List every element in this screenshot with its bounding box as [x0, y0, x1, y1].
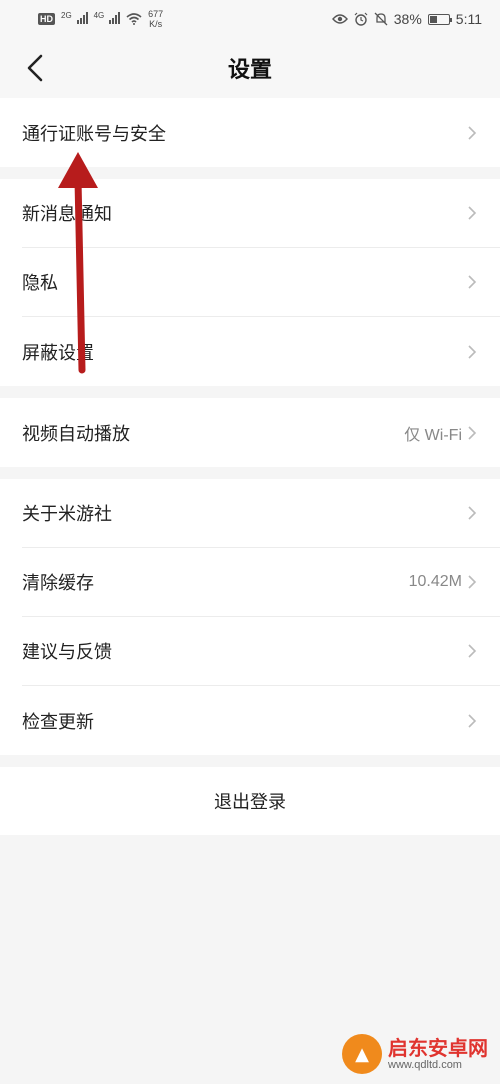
wifi-icon [126, 13, 142, 25]
network-speed: 677 K/s [148, 9, 163, 29]
setting-label: 关于米游社 [22, 504, 112, 525]
hd-badge: HD [38, 13, 55, 25]
status-bar: HD 2G 4G 677 K/s 38% 5:11 [0, 0, 500, 38]
watermark-url: www.qdltd.com [388, 1058, 462, 1071]
watermark-logo-icon: ▲ [342, 1034, 382, 1074]
setting-label: 视频自动播放 [22, 423, 130, 445]
setting-row-about[interactable]: 关于米游社 [22, 479, 500, 548]
chevron-left-icon [27, 54, 43, 82]
settings-group-account: 通行证账号与安全 [0, 98, 500, 167]
chevron-right-icon [468, 644, 477, 658]
chevron-right-icon [468, 344, 477, 359]
settings-group-notifications: 新消息通知 隐私 屏蔽设置 [0, 179, 500, 386]
setting-label: 检查更新 [22, 711, 94, 733]
page-title: 设置 [227, 58, 272, 83]
logout-button[interactable]: 退出登录 [0, 767, 500, 835]
settings-group-about: 关于米游社 清除缓存 10.42M 建议与反馈 检查更新 [0, 479, 500, 755]
status-left: HD 2G 4G 677 K/s [38, 9, 163, 29]
mute-bell-icon [374, 12, 388, 26]
setting-row-privacy[interactable]: 隐私 [22, 248, 500, 317]
speed-unit: K/s [149, 19, 163, 29]
signal-icon-2: 4G [94, 11, 121, 27]
app-header: 设置 [0, 38, 500, 98]
setting-label: 新消息通知 [22, 204, 112, 225]
signal-icon-1: 2G [61, 11, 88, 27]
chevron-right-icon [468, 125, 477, 140]
clock: 5:11 [455, 11, 482, 27]
setting-value: 10.42M [408, 573, 462, 590]
setting-row-account-security[interactable]: 通行证账号与安全 [22, 98, 500, 167]
status-right: 38% 5:11 [331, 11, 482, 27]
setting-value: 仅 Wi-Fi [404, 426, 462, 444]
setting-label: 通行证账号与安全 [22, 123, 166, 145]
net-label-2: 4G [93, 11, 105, 20]
setting-label: 清除缓存 [22, 573, 94, 594]
back-button[interactable] [20, 52, 50, 84]
setting-label: 屏蔽设置 [22, 342, 94, 364]
chevron-right-icon [468, 575, 477, 589]
battery-percent: 38% [393, 11, 422, 27]
watermark-title: 启东安卓网 [388, 1035, 488, 1060]
chevron-right-icon [468, 206, 477, 220]
setting-label: 隐私 [22, 273, 58, 294]
chevron-right-icon [468, 506, 477, 520]
chevron-right-icon [468, 275, 477, 289]
chevron-right-icon [468, 713, 477, 728]
setting-row-check-update[interactable]: 检查更新 [22, 686, 500, 755]
alarm-icon [354, 12, 368, 26]
eye-icon [331, 14, 348, 24]
setting-row-notifications[interactable]: 新消息通知 [22, 179, 500, 248]
chevron-right-icon [468, 425, 477, 440]
net-label-1: 2G [61, 11, 72, 20]
setting-label: 建议与反馈 [22, 642, 112, 663]
setting-row-block[interactable]: 屏蔽设置 [22, 317, 500, 386]
setting-row-clear-cache[interactable]: 清除缓存 10.42M [22, 548, 500, 617]
setting-row-feedback[interactable]: 建议与反馈 [22, 617, 500, 686]
settings-group-video: 视频自动播放 仅 Wi-Fi [0, 398, 500, 467]
watermark: ▲ 启东安卓网 www.qdltd.com [342, 1034, 488, 1074]
speed-value: 677 [148, 9, 164, 19]
setting-row-autoplay[interactable]: 视频自动播放 仅 Wi-Fi [22, 398, 500, 467]
battery-icon [427, 13, 452, 25]
